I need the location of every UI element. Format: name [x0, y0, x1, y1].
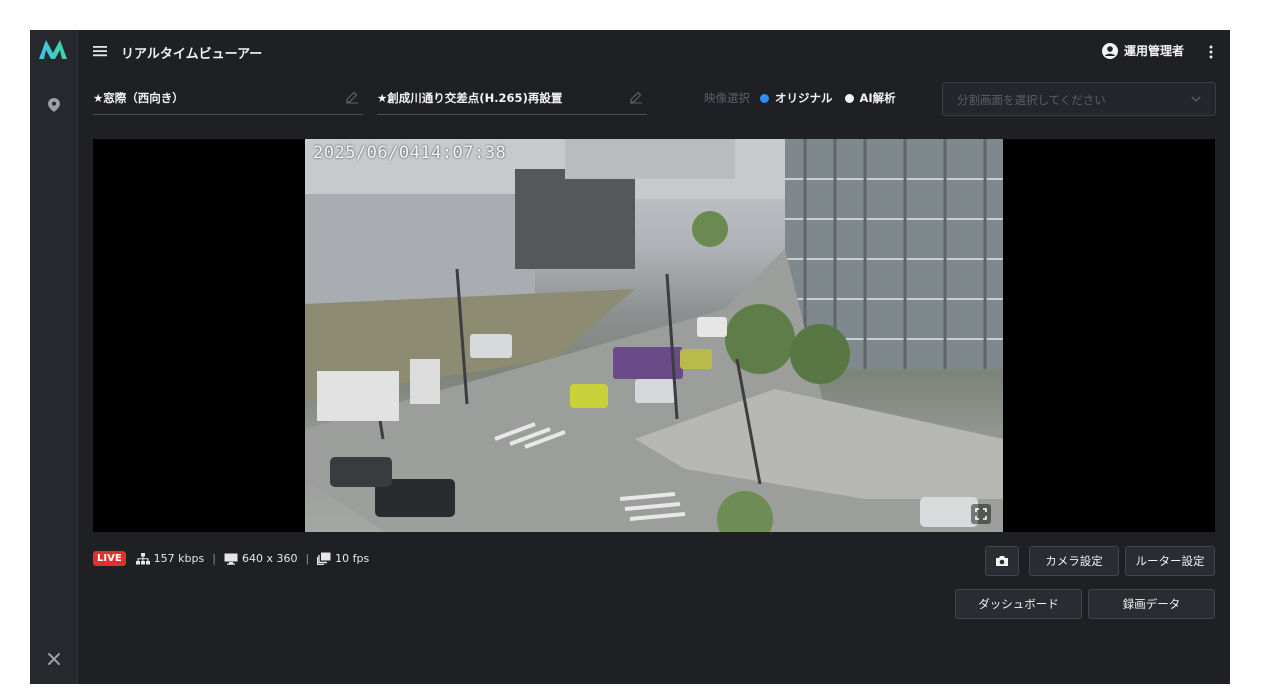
location-pin-icon[interactable]: [44, 98, 64, 118]
split-screen-select[interactable]: 分割画面を選択してください: [942, 82, 1216, 116]
monitor-icon: [224, 553, 238, 565]
radio-ai-label: AI解析: [859, 91, 896, 105]
radio-original-label: オリジナル: [775, 91, 833, 105]
recording-data-button[interactable]: 録画データ: [1088, 589, 1215, 619]
stream-status: LIVE 157 kbps | 640 x 360 | 10 fps: [93, 551, 369, 566]
video-select-group: 映像選択 オリジナル AI解析: [704, 90, 908, 106]
live-badge: LIVE: [93, 551, 126, 566]
chevron-down-icon: [1191, 96, 1201, 102]
camera-field[interactable]: ★創成川通り交差点(H.265)再設置: [377, 82, 647, 115]
snapshot-button[interactable]: [985, 546, 1019, 576]
split-screen-placeholder: 分割画面を選択してください: [957, 93, 1106, 107]
radio-ai[interactable]: AI解析: [844, 90, 896, 106]
edit-icon[interactable]: [345, 90, 359, 104]
frames-icon: [317, 552, 331, 565]
user-menu[interactable]: 運用管理者: [1101, 42, 1184, 59]
divider: |: [305, 552, 310, 565]
video-timestamp: 2025/06/0414:07:38: [313, 143, 507, 163]
resolution-value: 640 x 360: [241, 552, 298, 565]
location-field[interactable]: ★窓際（西向き）: [93, 82, 363, 115]
framerate-value: 10 fps: [335, 552, 370, 565]
top-bar: リアルタイムビューアー 運用管理者: [77, 30, 1230, 74]
edit-icon[interactable]: [629, 90, 643, 104]
camera-value: ★創成川通り交差点(H.265)再設置: [377, 91, 563, 105]
fullscreen-icon[interactable]: [971, 504, 991, 524]
user-circle-icon: [1101, 42, 1118, 59]
page-title: リアルタイムビューアー: [121, 47, 263, 62]
side-rail: [30, 30, 78, 684]
radio-unselected-icon: [844, 93, 854, 103]
hamburger-icon[interactable]: [93, 44, 107, 58]
framerate-stat: 10 fps: [317, 552, 369, 565]
logo-icon[interactable]: [37, 37, 69, 61]
street-scene-image: [305, 139, 1003, 532]
bitrate-stat: 157 kbps: [135, 552, 205, 565]
location-value: ★窓際（西向き）: [93, 91, 184, 105]
camera-feed[interactable]: 2025/06/0414:07:38: [305, 139, 1003, 532]
video-select-label: 映像選択: [704, 91, 750, 105]
camera-settings-button[interactable]: カメラ設定: [1029, 546, 1119, 576]
user-name: 運用管理者: [1123, 44, 1184, 58]
network-icon: [135, 552, 150, 564]
resolution-stat: 640 x 360: [224, 552, 298, 565]
router-settings-button[interactable]: ルーター設定: [1125, 546, 1215, 576]
video-panel: 2025/06/0414:07:38: [93, 139, 1215, 532]
camera-icon: [996, 556, 1008, 566]
dashboard-button[interactable]: ダッシュボード: [955, 589, 1082, 619]
kebab-icon[interactable]: [1208, 43, 1214, 61]
bitrate-value: 157 kbps: [153, 552, 205, 565]
tools-icon[interactable]: [44, 652, 64, 672]
divider: |: [212, 552, 216, 565]
app-window: リアルタイムビューアー 運用管理者 ★窓際（西向き） ★創成川通り交差点(H.2…: [30, 30, 1230, 684]
radio-selected-icon: [760, 93, 769, 103]
radio-original[interactable]: オリジナル: [760, 90, 833, 106]
